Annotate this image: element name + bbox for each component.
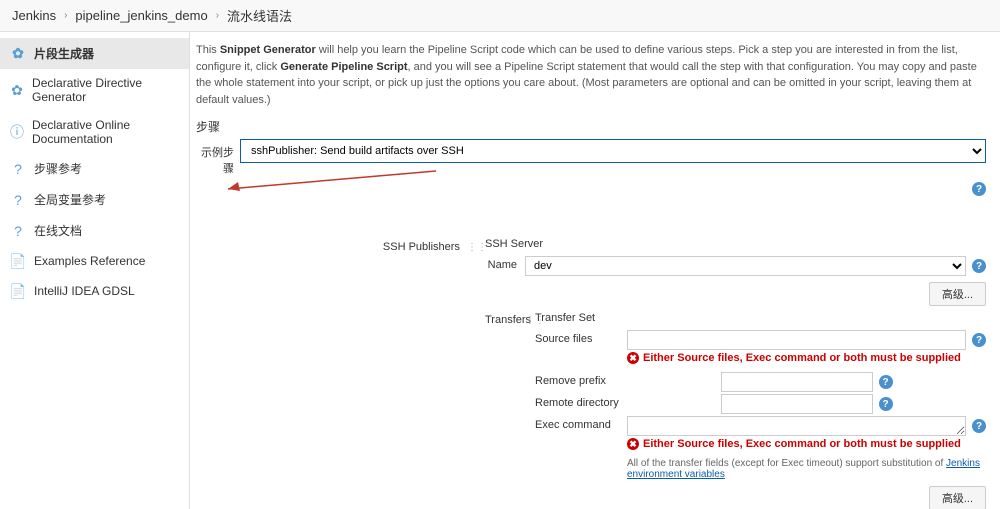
ssh-publishers-label: SSH Publishers ⋮⋮ [240,236,485,253]
remote-directory-label: Remote directory [535,394,627,409]
doc-icon: 📄 [10,253,26,269]
sidebar-item-label: IntelliJ IDEA GDSL [34,284,135,298]
advanced-button[interactable]: 高级... [929,486,986,509]
sidebar-item-snippet-generator[interactable]: ✿ 片段生成器 [0,38,189,69]
hint-text: All of the transfer fields (except for E… [627,458,986,480]
breadcrumb-item[interactable]: pipeline_jenkins_demo [75,8,207,23]
sidebar-item-declarative-directive[interactable]: ✿ Declarative Directive Generator [0,69,189,111]
sidebar-item-declarative-online-doc[interactable]: ⓘ Declarative Online Documentation [0,111,189,153]
sidebar: ✿ 片段生成器 ✿ Declarative Directive Generato… [0,32,190,509]
breadcrumb-item[interactable]: Jenkins [12,8,56,23]
help-icon[interactable]: ? [972,333,986,347]
breadcrumb: Jenkins › pipeline_jenkins_demo › 流水线语法 [0,0,1000,32]
error-icon: ✖ [627,352,639,364]
ssh-server-heading: SSH Server [485,236,986,250]
remote-directory-input[interactable] [721,394,873,414]
remove-prefix-label: Remove prefix [535,372,627,387]
drag-handle-icon[interactable]: ⋮⋮ [525,312,535,326]
sidebar-item-label: Declarative Directive Generator [32,76,179,104]
sidebar-item-label: 在线文档 [34,222,82,239]
help-icon: ⓘ [10,124,24,140]
advanced-button[interactable]: 高级... [929,282,986,306]
breadcrumb-item[interactable]: 流水线语法 [227,6,292,25]
name-label: Name [485,256,525,276]
sidebar-item-global-var-ref[interactable]: ? 全局变量参考 [0,184,189,215]
sidebar-item-label: 片段生成器 [34,45,94,62]
help-icon: ? [10,192,26,208]
intro-text: This Snippet Generator will help you lea… [196,42,986,108]
doc-icon: 📄 [10,283,26,299]
transfers-label: Transfers [485,312,525,326]
drag-handle-icon[interactable]: ⋮⋮ [467,239,477,253]
steps-heading: 步骤 [196,118,986,135]
main-content: This Snippet Generator will help you lea… [190,32,1000,509]
sidebar-item-examples-ref[interactable]: 📄 Examples Reference [0,246,189,276]
gear-icon: ✿ [10,82,24,98]
exec-command-input[interactable] [627,416,966,436]
help-icon[interactable]: ? [879,375,893,389]
sidebar-item-label: Examples Reference [34,254,145,268]
help-icon[interactable]: ? [879,397,893,411]
gear-icon: ✿ [10,46,26,62]
error-message: ✖ Either Source files, Exec command or b… [627,438,986,450]
transfer-set-label: Transfer Set [535,312,986,324]
sidebar-item-online-doc[interactable]: ? 在线文档 [0,215,189,246]
source-files-label: Source files [535,330,627,345]
help-icon: ? [10,223,26,239]
chevron-right-icon: › [64,10,67,21]
error-icon: ✖ [627,438,639,450]
example-step-label: 示例步骤 [196,139,240,176]
sidebar-item-intellij-gdsl[interactable]: 📄 IntelliJ IDEA GDSL [0,276,189,306]
exec-command-label: Exec command [535,416,627,431]
help-icon[interactable]: ? [972,259,986,273]
help-icon[interactable]: ? [972,419,986,433]
chevron-right-icon: › [216,10,219,21]
sidebar-item-step-reference[interactable]: ? 步骤参考 [0,153,189,184]
source-files-input[interactable] [627,330,966,350]
step-select[interactable]: sshPublisher: Send build artifacts over … [240,139,986,163]
error-message: ✖ Either Source files, Exec command or b… [627,352,986,364]
sidebar-item-label: Declarative Online Documentation [32,118,179,146]
sidebar-item-label: 步骤参考 [34,160,82,177]
help-icon[interactable]: ? [972,182,986,196]
sidebar-item-label: 全局变量参考 [34,191,106,208]
remove-prefix-input[interactable] [721,372,873,392]
help-icon: ? [10,161,26,177]
ssh-name-select[interactable]: dev [525,256,966,276]
